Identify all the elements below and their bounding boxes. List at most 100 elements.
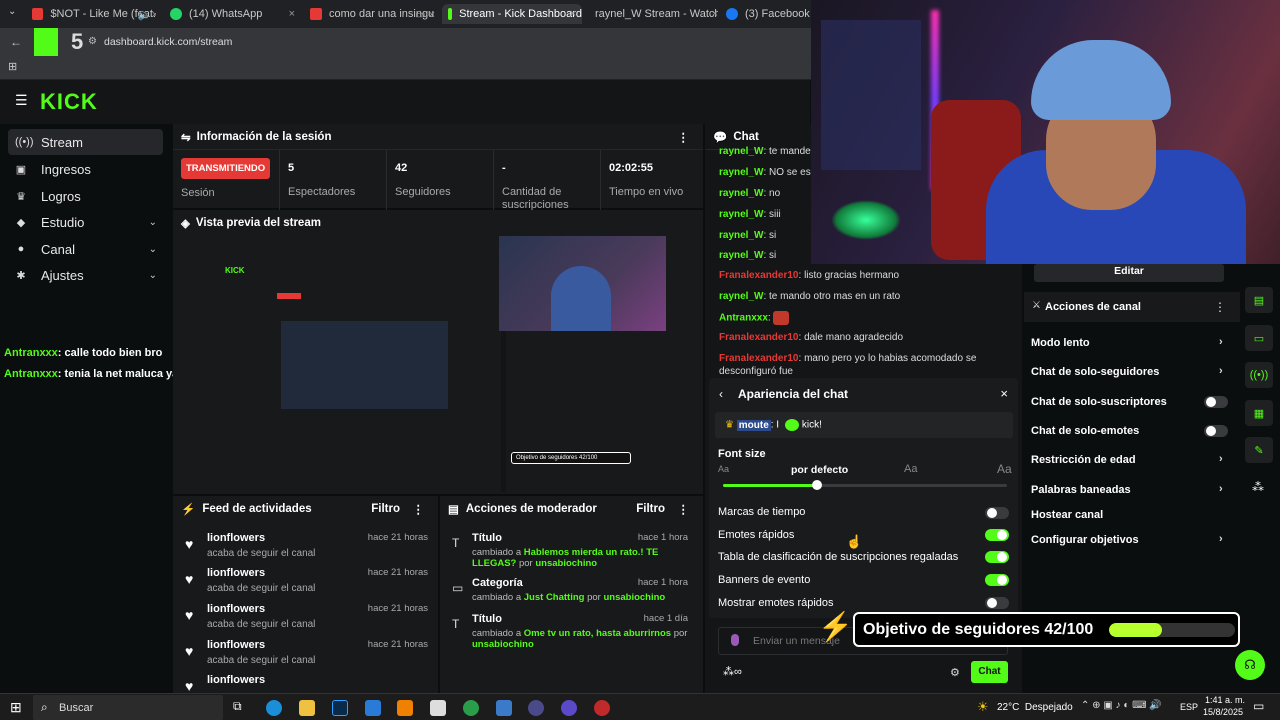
emotes-only-toggle[interactable] bbox=[1204, 425, 1228, 437]
mod-user[interactable]: unsabiochino bbox=[472, 639, 534, 650]
feed-user[interactable]: lionflowers bbox=[207, 674, 265, 686]
windows-start-icon[interactable]: ⊞ bbox=[10, 699, 22, 716]
filter-button[interactable]: Filtro bbox=[371, 503, 400, 515]
rail-button-4[interactable]: ▦ bbox=[1245, 400, 1273, 426]
chat-text: siii bbox=[769, 209, 781, 220]
connections-icon[interactable]: ⁂ bbox=[1252, 480, 1264, 494]
close-icon[interactable]: ▭ × bbox=[415, 8, 435, 21]
chat-user[interactable]: raynel_W bbox=[719, 250, 763, 261]
edge-icon[interactable] bbox=[266, 700, 282, 716]
tab-5[interactable]: (3) Facebook bbox=[726, 4, 810, 24]
taskbar-search[interactable]: ⌕ Buscar bbox=[33, 695, 223, 720]
more-icon[interactable]: ⋮ bbox=[678, 130, 690, 144]
chat-user[interactable]: raynel_W bbox=[719, 291, 763, 302]
clock-date[interactable]: 15/8/2025 bbox=[1203, 707, 1243, 717]
vlc-icon[interactable] bbox=[397, 700, 413, 716]
chat-user[interactable]: raynel_W bbox=[719, 188, 763, 199]
kick-logo[interactable]: KICK bbox=[40, 89, 98, 115]
action-configure-goals[interactable]: Configurar objetivos › bbox=[1031, 533, 1223, 546]
back-icon[interactable]: ← bbox=[10, 35, 22, 49]
chat-user[interactable]: Antranxxx bbox=[719, 313, 768, 324]
mod-user[interactable]: unsabiochino bbox=[603, 592, 665, 603]
tab-list-icon[interactable]: ⌄ bbox=[8, 6, 16, 17]
close-icon[interactable]: × bbox=[289, 8, 295, 20]
tab-2[interactable]: como dar una insingu ▭ × bbox=[310, 4, 435, 24]
slider-thumb[interactable] bbox=[812, 480, 822, 490]
chat-user[interactable]: Franalexander10 bbox=[719, 353, 799, 364]
close-icon[interactable]: × bbox=[1000, 386, 1008, 401]
back-icon[interactable]: ‹ bbox=[719, 387, 723, 401]
close-icon[interactable]: × bbox=[712, 8, 718, 20]
file-explorer-icon[interactable] bbox=[299, 700, 315, 716]
chat-user[interactable]: raynel_W bbox=[719, 167, 763, 178]
store-icon[interactable] bbox=[365, 700, 381, 716]
app-icon-2[interactable] bbox=[528, 700, 544, 716]
sidebar-item-logros[interactable]: ♛ Logros bbox=[8, 183, 163, 209]
obs-icon[interactable] bbox=[561, 700, 577, 716]
photoshop-icon[interactable] bbox=[332, 700, 348, 716]
chat-user[interactable]: Franalexander10 bbox=[719, 270, 799, 281]
capcut-icon[interactable] bbox=[430, 700, 446, 716]
chat-user[interactable]: Franalexander10 bbox=[719, 332, 799, 343]
close-icon[interactable]: × bbox=[570, 8, 576, 20]
stream-preview-video[interactable]: KICK Objetivo de seguidores 42/100 bbox=[211, 236, 666, 492]
gift-leaderboard-toggle[interactable] bbox=[985, 551, 1009, 563]
action-slow-mode[interactable]: Modo lento › bbox=[1031, 336, 1223, 349]
more-icon[interactable]: ⋮ bbox=[413, 502, 425, 516]
weather-text[interactable]: 22°C Despejado bbox=[997, 702, 1073, 713]
filter-button[interactable]: Filtro bbox=[636, 503, 665, 515]
timestamps-toggle[interactable] bbox=[985, 507, 1009, 519]
language-indicator[interactable]: ESP bbox=[1180, 702, 1198, 712]
notification-icon[interactable]: ▭ bbox=[1253, 699, 1264, 713]
tab-1[interactable]: (14) WhatsApp × bbox=[170, 4, 295, 24]
tab-3[interactable]: Stream - Kick Dashboard × bbox=[442, 4, 582, 24]
tray-icons[interactable]: ⌃ ⊕ ▣ ♪ ◐ ⌨ 🔊 bbox=[1081, 700, 1162, 711]
feed-user[interactable]: lionflowers bbox=[207, 567, 265, 579]
font-size-slider[interactable] bbox=[723, 480, 1007, 490]
close-icon[interactable]: 🔈× bbox=[138, 8, 156, 21]
more-icon[interactable]: ⋮ bbox=[1214, 300, 1226, 314]
url-text[interactable]: dashboard.kick.com/stream bbox=[104, 36, 232, 48]
radio-icon: ((•)) bbox=[15, 136, 34, 148]
apps-grid-icon[interactable]: ⊞ bbox=[8, 60, 17, 73]
help-button[interactable]: ☊ bbox=[1235, 650, 1265, 680]
sidebar-item-ajustes[interactable]: ✱ Ajustes ⌄ bbox=[8, 262, 163, 288]
rail-button-3[interactable]: ((•)) bbox=[1245, 362, 1273, 388]
mod-user[interactable]: unsabiochino bbox=[535, 558, 597, 569]
chat-user[interactable]: raynel_W bbox=[719, 146, 763, 157]
emote-picker-icon[interactable]: ⁂∞ bbox=[723, 665, 742, 678]
feed-user[interactable]: lionflowers bbox=[207, 603, 265, 615]
rail-button-1[interactable]: ▤ bbox=[1245, 287, 1273, 313]
tab-4[interactable]: raynel_W Stream - Watch × bbox=[588, 4, 718, 24]
chat-settings-icon[interactable]: ⚙ bbox=[950, 666, 960, 679]
menu-icon[interactable]: ☰ bbox=[15, 92, 28, 109]
action-age-restriction[interactable]: Restricción de edad › bbox=[1031, 453, 1223, 466]
chat-send-button[interactable]: Chat bbox=[971, 661, 1008, 683]
chat-user[interactable]: raynel_W bbox=[719, 209, 763, 220]
chat-user[interactable]: raynel_W bbox=[719, 230, 763, 241]
chrome-icon[interactable] bbox=[463, 700, 479, 716]
tab-0[interactable]: $NOT - Like Me (feat. 🔈× bbox=[32, 4, 156, 24]
edit-button[interactable]: Editar bbox=[1034, 264, 1224, 282]
more-icon[interactable]: ⋮ bbox=[678, 502, 690, 516]
action-banned-words[interactable]: Palabras baneadas › bbox=[1031, 483, 1223, 496]
app-icon-3[interactable] bbox=[594, 700, 610, 716]
clock-time[interactable]: 1:41 a. m. bbox=[1205, 695, 1245, 705]
event-banners-toggle[interactable] bbox=[985, 574, 1009, 586]
rail-button-2[interactable]: ▭ bbox=[1245, 325, 1273, 351]
app-icon[interactable] bbox=[496, 700, 512, 716]
quick-emotes-toggle[interactable] bbox=[985, 529, 1009, 541]
subs-only-toggle[interactable] bbox=[1204, 396, 1228, 408]
show-quick-emotes-toggle[interactable] bbox=[985, 597, 1009, 609]
action-host-channel[interactable]: Hostear canal bbox=[1031, 509, 1103, 521]
feed-user[interactable]: lionflowers bbox=[207, 532, 265, 544]
task-view-icon[interactable]: ⧉ bbox=[233, 699, 242, 714]
feed-user[interactable]: lionflowers bbox=[207, 639, 265, 651]
sidebar-item-estudio[interactable]: ◆ Estudio ⌄ bbox=[8, 209, 163, 235]
action-followers-only[interactable]: Chat de solo-seguidores › bbox=[1031, 365, 1223, 378]
rail-button-5[interactable]: ✎ bbox=[1245, 437, 1273, 463]
sidebar-item-canal[interactable]: ● Canal ⌄ bbox=[8, 236, 163, 262]
sidebar-item-ingresos[interactable]: ▣ Ingresos bbox=[8, 156, 163, 182]
sidebar-item-stream[interactable]: ((•)) Stream bbox=[8, 129, 163, 155]
site-info-icon[interactable]: ⚙ bbox=[88, 36, 97, 47]
